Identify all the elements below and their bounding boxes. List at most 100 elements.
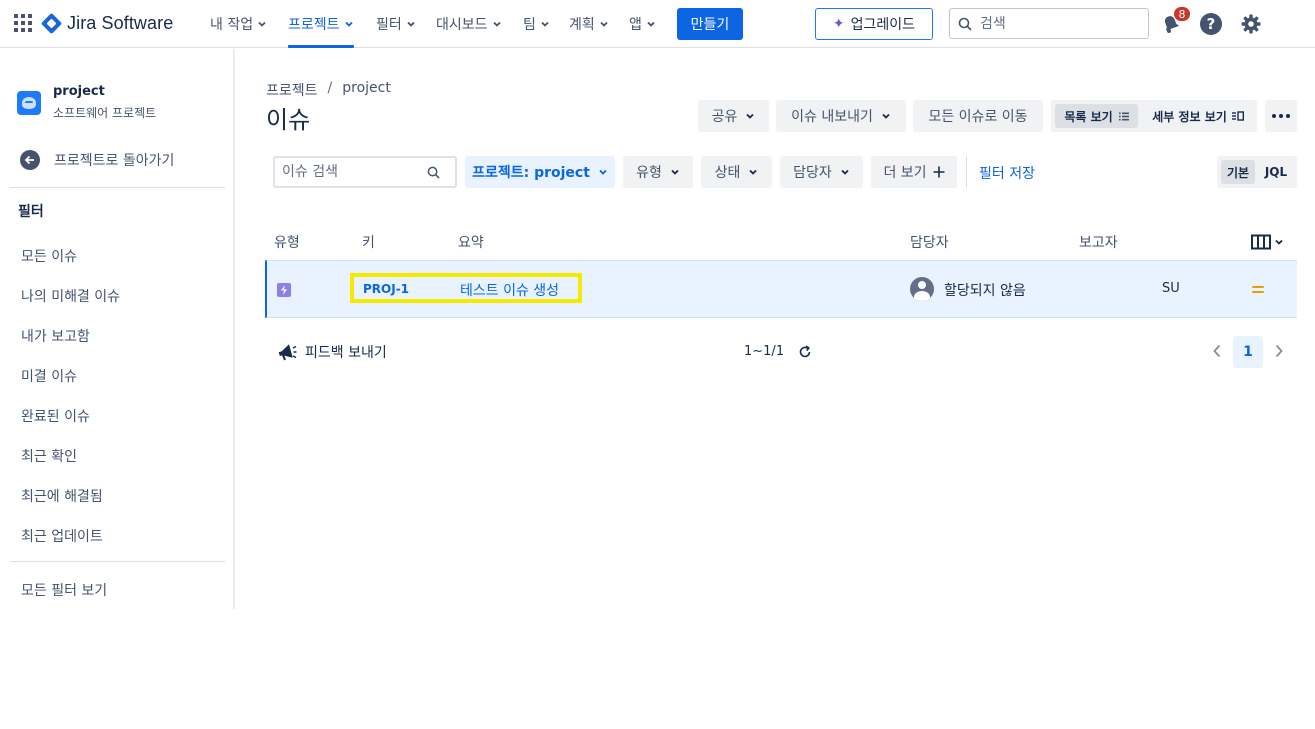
search-icon bbox=[958, 17, 972, 31]
megaphone-icon bbox=[278, 344, 297, 361]
filters-heading: 필터 bbox=[18, 204, 44, 220]
sidebar-item-reported-by-me[interactable]: 내가 보고함 bbox=[21, 326, 90, 346]
nav-projects-label: 프로젝트 bbox=[288, 17, 340, 33]
back-to-project-link[interactable]: 프로젝트로 돌아가기 bbox=[20, 150, 174, 170]
breadcrumb-projects[interactable]: 프로젝트 bbox=[266, 80, 318, 100]
issue-search[interactable] bbox=[273, 156, 457, 188]
arrow-left-icon bbox=[20, 150, 40, 170]
issue-summary-link[interactable]: 테스트 이슈 생성 bbox=[460, 280, 559, 300]
chevron-down-icon bbox=[671, 169, 679, 175]
nav-filters[interactable]: 필터 bbox=[376, 14, 416, 34]
chevron-down-icon bbox=[749, 169, 758, 175]
nav-projects[interactable]: 프로젝트 bbox=[288, 14, 354, 48]
chevron-down-icon bbox=[647, 21, 655, 27]
nav-apps[interactable]: 앱 bbox=[629, 14, 656, 34]
refresh-icon[interactable] bbox=[798, 345, 812, 359]
detail-view-label: 세부 정보 보기 bbox=[1152, 109, 1227, 124]
nav-dashboards-label: 대시보드 bbox=[436, 17, 488, 33]
status-filter-label: 상태 bbox=[714, 165, 741, 181]
chevron-down-icon bbox=[746, 113, 755, 119]
settings-gear-icon[interactable] bbox=[1240, 13, 1262, 35]
search-icon bbox=[427, 166, 440, 179]
save-filter-link[interactable]: 필터 저장 bbox=[979, 163, 1035, 183]
table-row[interactable]: PROJ-1 테스트 이슈 생성 할당되지 않음 SU bbox=[265, 260, 1297, 318]
column-header-summary[interactable]: 요약 bbox=[458, 232, 484, 252]
column-picker-button[interactable] bbox=[1251, 234, 1284, 250]
chevron-down-icon bbox=[841, 169, 849, 175]
send-feedback-link[interactable]: 피드백 보내기 bbox=[277, 342, 387, 362]
sidebar-item-open-issues[interactable]: 미결 이슈 bbox=[21, 366, 77, 386]
chevron-down-icon bbox=[492, 21, 501, 27]
chevron-down-icon bbox=[882, 113, 890, 119]
priority-medium-icon bbox=[1252, 286, 1264, 296]
share-button[interactable]: 공유 bbox=[698, 100, 769, 132]
export-issues-button[interactable]: 이슈 내보내기 bbox=[776, 100, 906, 132]
sidebar-item-all-issues[interactable]: 모든 이슈 bbox=[21, 246, 77, 266]
search-mode-toggle: 기본 JQL bbox=[1217, 156, 1297, 188]
more-actions-button[interactable] bbox=[1265, 100, 1297, 132]
nav-apps-label: 앱 bbox=[629, 17, 642, 33]
app-switcher-icon[interactable] bbox=[14, 14, 32, 32]
project-filter-button[interactable]: 프로젝트: project bbox=[465, 156, 615, 188]
list-icon bbox=[1118, 112, 1129, 120]
create-button[interactable]: 만들기 bbox=[677, 8, 743, 40]
type-filter-button[interactable]: 유형 bbox=[623, 156, 693, 188]
go-to-all-issues-button[interactable]: 모든 이슈로 이동 bbox=[913, 100, 1043, 132]
nav-my-work[interactable]: 내 작업 bbox=[210, 14, 267, 34]
plus-icon bbox=[933, 166, 945, 178]
previous-page-icon[interactable] bbox=[1212, 344, 1222, 358]
nav-filters-label: 필터 bbox=[376, 17, 402, 33]
project-name[interactable]: project bbox=[53, 84, 105, 99]
back-to-project-label: 프로젝트로 돌아가기 bbox=[54, 153, 175, 169]
view-all-filters-link[interactable]: 모든 필터 보기 bbox=[21, 580, 107, 600]
sidebar-item-updated-recently[interactable]: 최근 업데이트 bbox=[21, 526, 103, 546]
sidebar-item-my-open-issues[interactable]: 나의 미해결 이슈 bbox=[21, 286, 120, 306]
more-filters-button[interactable]: 더 보기 bbox=[871, 156, 957, 188]
share-label: 공유 bbox=[711, 109, 738, 125]
sparkle-icon: ✦ bbox=[832, 16, 845, 32]
project-filter-label: 프로젝트: project bbox=[472, 165, 590, 181]
export-label: 이슈 내보내기 bbox=[791, 109, 873, 125]
jql-mode-button[interactable]: JQL bbox=[1259, 160, 1293, 184]
list-view-label: 목록 보기 bbox=[1064, 109, 1113, 124]
project-avatar[interactable] bbox=[17, 91, 41, 115]
chevron-down-icon bbox=[599, 169, 607, 175]
notification-badge: 8 bbox=[1173, 6, 1191, 22]
reporter-name: SU bbox=[1162, 281, 1180, 296]
nav-teams-label: 팀 bbox=[523, 17, 536, 33]
global-search[interactable] bbox=[949, 8, 1149, 39]
assignee-avatar bbox=[910, 277, 934, 301]
list-view-button[interactable]: 목록 보기 bbox=[1055, 104, 1138, 128]
type-filter-label: 유형 bbox=[636, 165, 662, 181]
jira-logo[interactable]: Jira Software bbox=[40, 12, 173, 34]
nav-teams[interactable]: 팀 bbox=[523, 14, 550, 34]
nav-plans[interactable]: 계획 bbox=[569, 14, 609, 34]
breadcrumb-project[interactable]: project bbox=[342, 80, 391, 100]
sidebar-item-resolved-recently[interactable]: 최근에 해결됨 bbox=[21, 486, 103, 506]
basic-mode-button[interactable]: 기본 bbox=[1221, 160, 1255, 184]
sidebar-item-done-issues[interactable]: 완료된 이슈 bbox=[21, 406, 90, 426]
assignee-filter-button[interactable]: 담당자 bbox=[780, 156, 863, 188]
next-page-icon[interactable] bbox=[1274, 344, 1284, 358]
chevron-down-icon bbox=[600, 21, 608, 27]
column-header-key[interactable]: 키 bbox=[362, 232, 375, 252]
help-icon[interactable]: ? bbox=[1200, 13, 1222, 35]
upgrade-button[interactable]: ✦ 업그레이드 bbox=[815, 8, 933, 40]
status-filter-button[interactable]: 상태 bbox=[701, 156, 772, 188]
assignee-name[interactable]: 할당되지 않음 bbox=[944, 280, 1026, 300]
issue-search-input[interactable] bbox=[282, 164, 427, 180]
chevron-down-icon bbox=[344, 21, 353, 27]
nav-plans-label: 계획 bbox=[569, 17, 595, 33]
view-toggle: 목록 보기 세부 정보 보기 bbox=[1051, 100, 1257, 132]
breadcrumb-separator: / bbox=[327, 80, 333, 96]
nav-dashboards[interactable]: 대시보드 bbox=[436, 14, 502, 34]
column-header-reporter[interactable]: 보고자 bbox=[1079, 232, 1118, 252]
column-header-type[interactable]: 유형 bbox=[274, 232, 300, 252]
sidebar-item-viewed-recently[interactable]: 최근 확인 bbox=[21, 446, 77, 466]
detail-view-button[interactable]: 세부 정보 보기 bbox=[1147, 104, 1249, 128]
column-header-assignee[interactable]: 담당자 bbox=[910, 232, 949, 252]
global-search-input[interactable] bbox=[980, 15, 1130, 32]
chevron-down-icon bbox=[258, 21, 266, 27]
current-page-button[interactable]: 1 bbox=[1233, 336, 1263, 368]
issue-key-link[interactable]: PROJ-1 bbox=[363, 282, 409, 296]
